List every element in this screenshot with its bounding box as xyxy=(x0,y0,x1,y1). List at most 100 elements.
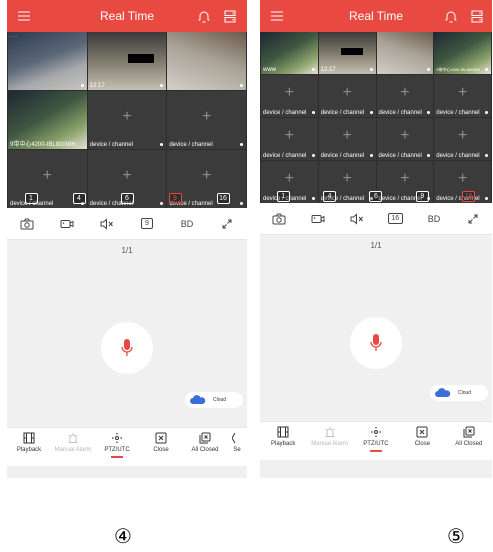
status-dot xyxy=(369,68,373,71)
cloud-toggle[interactable]: Cloud xyxy=(185,392,243,408)
device-list-icon[interactable] xyxy=(470,0,484,32)
add-channel-icon: + xyxy=(201,166,212,184)
cell-label: 12:17 xyxy=(320,67,336,73)
add-channel-icon: + xyxy=(457,127,468,145)
empty-cell[interactable]: + device / channel xyxy=(261,118,318,160)
layout-1-button[interactable]: 1 xyxy=(276,190,290,202)
talk-button[interactable] xyxy=(350,317,402,369)
expand-icon xyxy=(222,219,232,228)
page-indicator: 1/1 xyxy=(370,241,382,250)
step-marker-5: ⑤ xyxy=(447,524,465,548)
bell-icon[interactable] xyxy=(444,0,458,32)
playback-button[interactable]: Playback xyxy=(266,426,300,447)
video-cell[interactable]: 9带中心4200-IBL800WH xyxy=(8,91,87,149)
close-button[interactable]: Close xyxy=(405,426,439,447)
bottom-label: PTZ/UTC xyxy=(363,441,389,447)
screen-4: Real Time · · · · 12:17 9带中心4200-IBL800W… xyxy=(7,0,247,478)
speaker-muted-icon xyxy=(350,212,363,225)
ptz-button[interactable]: PTZ/UTC xyxy=(100,432,134,458)
cell-label: device / channel xyxy=(320,110,365,116)
cell-label: device / channel xyxy=(436,110,480,116)
layout-selector: 1 4 6 9 16 xyxy=(260,188,492,204)
layout-9-button[interactable]: 9 xyxy=(168,192,182,204)
video-grid: www 12:17 9带中心4200-IBL800WH + device / ch… xyxy=(260,32,492,203)
video-cell[interactable]: 12:17 xyxy=(318,32,376,74)
add-channel-icon: + xyxy=(400,127,410,145)
cell-label: device / channel xyxy=(263,153,307,159)
empty-cell[interactable]: + device / channel xyxy=(87,91,167,149)
bell-icon[interactable] xyxy=(197,0,211,32)
empty-cell[interactable]: + device / channel xyxy=(261,75,318,117)
cloud-toggle[interactable]: Cloud xyxy=(430,385,488,401)
tool-bar: 9 BD xyxy=(7,208,247,240)
layout-4-button[interactable]: 4 xyxy=(72,192,86,204)
device-list-icon[interactable] xyxy=(223,0,237,32)
layout-6-button[interactable]: 6 xyxy=(120,192,134,204)
more-button[interactable]: Se xyxy=(232,432,242,453)
bottom-label: Playback xyxy=(271,441,296,447)
add-channel-icon: + xyxy=(122,107,132,125)
add-channel-icon: + xyxy=(342,84,352,102)
quality-button[interactable]: BD xyxy=(174,214,200,234)
fullscreen-button[interactable] xyxy=(460,209,486,229)
bottom-label: Close xyxy=(414,441,431,447)
video-cell[interactable]: www xyxy=(261,32,318,74)
empty-cell[interactable]: + device / channel xyxy=(318,118,376,160)
status-dot xyxy=(485,111,488,114)
video-cell[interactable] xyxy=(167,32,246,90)
talk-button[interactable] xyxy=(101,322,153,374)
bottom-menu: Playback Manual Alarm PTZ/UTC Close All … xyxy=(7,427,247,466)
privacy-mask xyxy=(340,48,363,55)
video-cell[interactable]: · · · · xyxy=(8,32,87,90)
status-dot xyxy=(239,143,243,146)
top-bar: Real Time xyxy=(7,0,247,32)
empty-cell[interactable]: + device / channel xyxy=(318,75,376,117)
layout-16-button[interactable]: 16 xyxy=(216,192,230,204)
cell-label: device / channel xyxy=(436,153,480,159)
film-icon xyxy=(23,432,35,444)
layout-16-button[interactable]: 16 xyxy=(462,190,476,202)
video-cell[interactable]: 9带中心4200-IBL800WH xyxy=(434,32,491,74)
empty-cell[interactable]: + device / channel xyxy=(376,75,434,117)
record-button[interactable] xyxy=(305,209,331,229)
video-cell[interactable] xyxy=(376,32,434,74)
layout-9-button[interactable]: 9 xyxy=(415,190,429,202)
quality-button[interactable]: BD xyxy=(421,209,447,229)
layout-badge-button[interactable]: 16 xyxy=(382,209,408,229)
snapshot-button[interactable] xyxy=(266,209,292,229)
record-button[interactable] xyxy=(54,214,80,234)
layout-1-button[interactable]: 1 xyxy=(24,192,38,204)
screen-5: Real Time www 12:17 9带中心4200-IBL800WH + d… xyxy=(260,0,492,478)
layout-badge-button[interactable]: 9 xyxy=(134,214,160,234)
playback-button[interactable]: Playback xyxy=(12,432,46,453)
expand-icon xyxy=(468,214,478,223)
layout-6-button[interactable]: 6 xyxy=(369,190,383,202)
empty-cell[interactable]: + device / channel xyxy=(434,118,491,160)
add-channel-icon: + xyxy=(457,84,468,102)
video-record-icon xyxy=(60,219,74,228)
all-closed-icon xyxy=(463,426,475,438)
manual-alarm-button[interactable]: Manual Alarm xyxy=(55,432,91,453)
all-closed-icon xyxy=(199,432,211,444)
empty-cell[interactable]: + device / channel xyxy=(167,91,246,149)
layout-4-button[interactable]: 4 xyxy=(323,190,337,202)
active-indicator xyxy=(369,450,382,452)
status-dot xyxy=(485,68,488,71)
status-dot xyxy=(160,143,164,146)
fullscreen-button[interactable] xyxy=(214,214,240,234)
add-channel-icon: + xyxy=(201,107,212,125)
video-cell[interactable]: 12:17 xyxy=(87,32,167,90)
empty-cell[interactable]: + device / channel xyxy=(376,118,434,160)
close-button[interactable]: Close xyxy=(144,432,178,453)
status-dot xyxy=(427,68,431,71)
film-icon xyxy=(277,426,289,438)
all-closed-button[interactable]: All Closed xyxy=(452,426,486,447)
empty-cell[interactable]: + device / channel xyxy=(434,75,491,117)
mute-button[interactable] xyxy=(94,214,120,234)
cell-label: 9带中心4200-IBL800WH xyxy=(436,67,481,72)
ptz-button[interactable]: PTZ/UTC xyxy=(359,426,393,452)
manual-alarm-button[interactable]: Manual Alarm xyxy=(311,426,348,447)
mute-button[interactable] xyxy=(344,209,370,229)
snapshot-button[interactable] xyxy=(14,214,40,234)
all-closed-button[interactable]: All Closed xyxy=(188,432,222,453)
